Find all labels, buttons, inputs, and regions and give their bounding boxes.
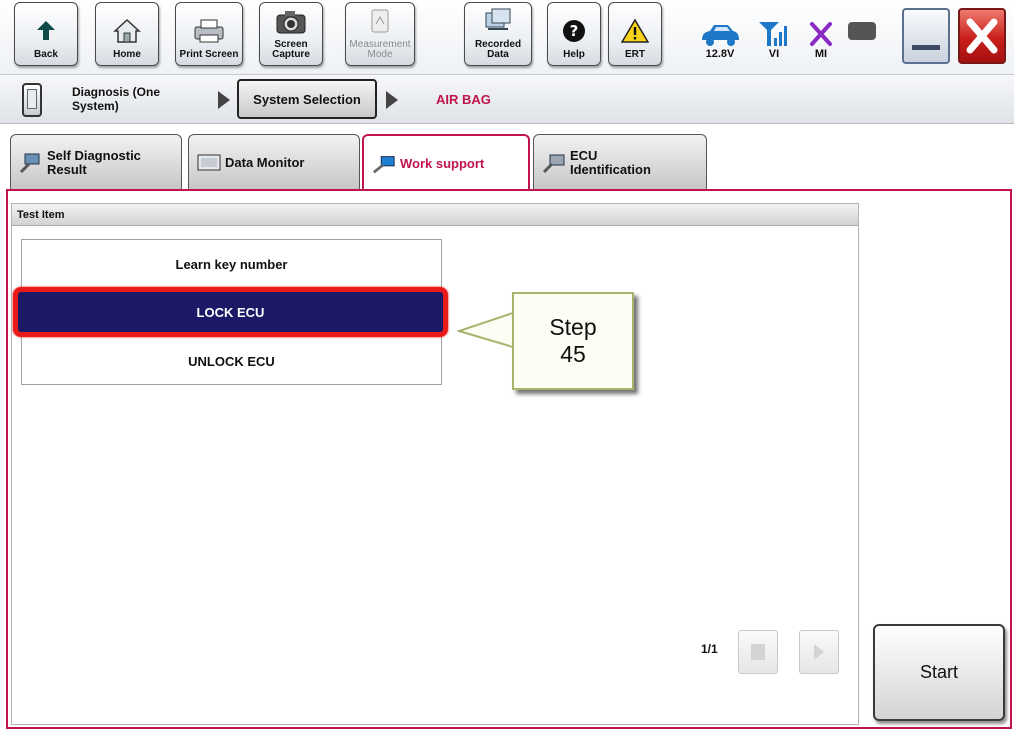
- test-item-header: Test Item: [12, 204, 858, 226]
- recorded-data-icon: [480, 4, 516, 38]
- test-item-grid: Test Item Learn key number LOCK ECU UNLO…: [11, 203, 859, 725]
- ert-label: ERT: [625, 49, 645, 60]
- battery-icon: [848, 22, 876, 40]
- printer-icon: [191, 14, 227, 48]
- screen-capture-button[interactable]: Screen Capture: [259, 2, 323, 66]
- tab-work-support[interactable]: Work support: [362, 134, 530, 192]
- callout-pointer: [457, 311, 515, 349]
- close-button[interactable]: [958, 8, 1006, 64]
- vi-label: VI: [768, 48, 780, 60]
- svg-text:?: ?: [570, 22, 579, 40]
- tab-label: ECU Identification: [570, 147, 651, 177]
- back-label: Back: [34, 49, 58, 60]
- list-item-learn-key-number[interactable]: Learn key number: [22, 240, 441, 288]
- warning-triangle-icon: [617, 14, 653, 48]
- signal-icon: [759, 22, 787, 46]
- mi-status: MI: [796, 6, 846, 66]
- close-icon: [966, 18, 998, 54]
- recorded-data-label: Recorded Data: [474, 39, 522, 60]
- minimize-button[interactable]: [902, 8, 950, 64]
- tab-ecu-identification[interactable]: ECU Identification: [533, 134, 707, 190]
- tab-data-monitor[interactable]: Data Monitor: [188, 134, 360, 190]
- help-button[interactable]: ? Help: [547, 2, 601, 66]
- breadcrumb: Diagnosis (One System) System Selection …: [0, 74, 1014, 124]
- self-diagnostic-icon: [19, 152, 43, 174]
- device-icon: [22, 83, 42, 117]
- home-label: Home: [113, 49, 141, 60]
- ecu-identification-icon: [542, 152, 566, 174]
- ert-button[interactable]: ERT: [608, 2, 662, 66]
- work-support-icon: [372, 153, 396, 175]
- camera-icon: [273, 4, 309, 38]
- vi-status: VI: [749, 6, 799, 66]
- data-monitor-icon: [197, 152, 221, 174]
- help-label: Help: [563, 49, 585, 60]
- chevron-right-icon: [814, 644, 824, 660]
- tab-label: Work support: [400, 156, 485, 171]
- step-callout: Step 45: [512, 292, 634, 390]
- mi-label: MI: [814, 48, 828, 60]
- home-button[interactable]: Home: [95, 2, 159, 66]
- page-next-button[interactable]: [799, 630, 839, 674]
- back-button[interactable]: Back: [14, 2, 78, 66]
- tab-self-diagnostic-result[interactable]: Self Diagnostic Result: [10, 134, 182, 190]
- list-item-lock-ecu[interactable]: LOCK ECU: [13, 287, 448, 337]
- minimize-icon: [912, 45, 940, 50]
- measurement-mode-label: Measurement Mode: [349, 39, 411, 60]
- page-prev-icon: [751, 644, 765, 660]
- breadcrumb-arrow-icon: [218, 91, 230, 109]
- home-icon: [109, 14, 145, 48]
- breadcrumb-arrow-icon: [386, 91, 398, 109]
- toolbar: Back Home Print Screen Screen Capture Me…: [0, 0, 1014, 74]
- measurement-mode-button[interactable]: Measurement Mode: [345, 2, 415, 66]
- screen-capture-label: Screen Capture: [272, 39, 310, 60]
- disconnected-icon: [810, 22, 832, 46]
- print-screen-button[interactable]: Print Screen: [175, 2, 243, 66]
- back-arrow-icon: [28, 14, 64, 48]
- battery-voltage: 12.8V: [705, 48, 735, 60]
- help-icon: ?: [556, 14, 592, 48]
- measurement-icon: [362, 4, 398, 38]
- list-item-unlock-ecu[interactable]: UNLOCK ECU: [22, 337, 441, 385]
- test-item-list: Learn key number LOCK ECU UNLOCK ECU: [13, 239, 448, 385]
- recorded-data-button[interactable]: Recorded Data: [464, 2, 532, 66]
- car-icon: [702, 25, 739, 46]
- battery-status: 12.8V: [695, 6, 745, 66]
- system-selection-button[interactable]: System Selection: [237, 79, 377, 119]
- print-screen-label: Print Screen: [179, 49, 239, 60]
- start-button[interactable]: Start: [873, 624, 1005, 721]
- page-indicator: 1/1: [701, 642, 718, 656]
- tab-label: Data Monitor: [225, 154, 305, 170]
- tab-label: Self Diagnostic Result: [47, 147, 141, 177]
- page-prev-button[interactable]: [738, 630, 778, 674]
- breadcrumb-current-system: AIR BAG: [436, 92, 491, 107]
- work-support-panel: Test Item Learn key number LOCK ECU UNLO…: [6, 189, 1012, 729]
- breadcrumb-diagnosis[interactable]: Diagnosis (One System): [72, 85, 160, 113]
